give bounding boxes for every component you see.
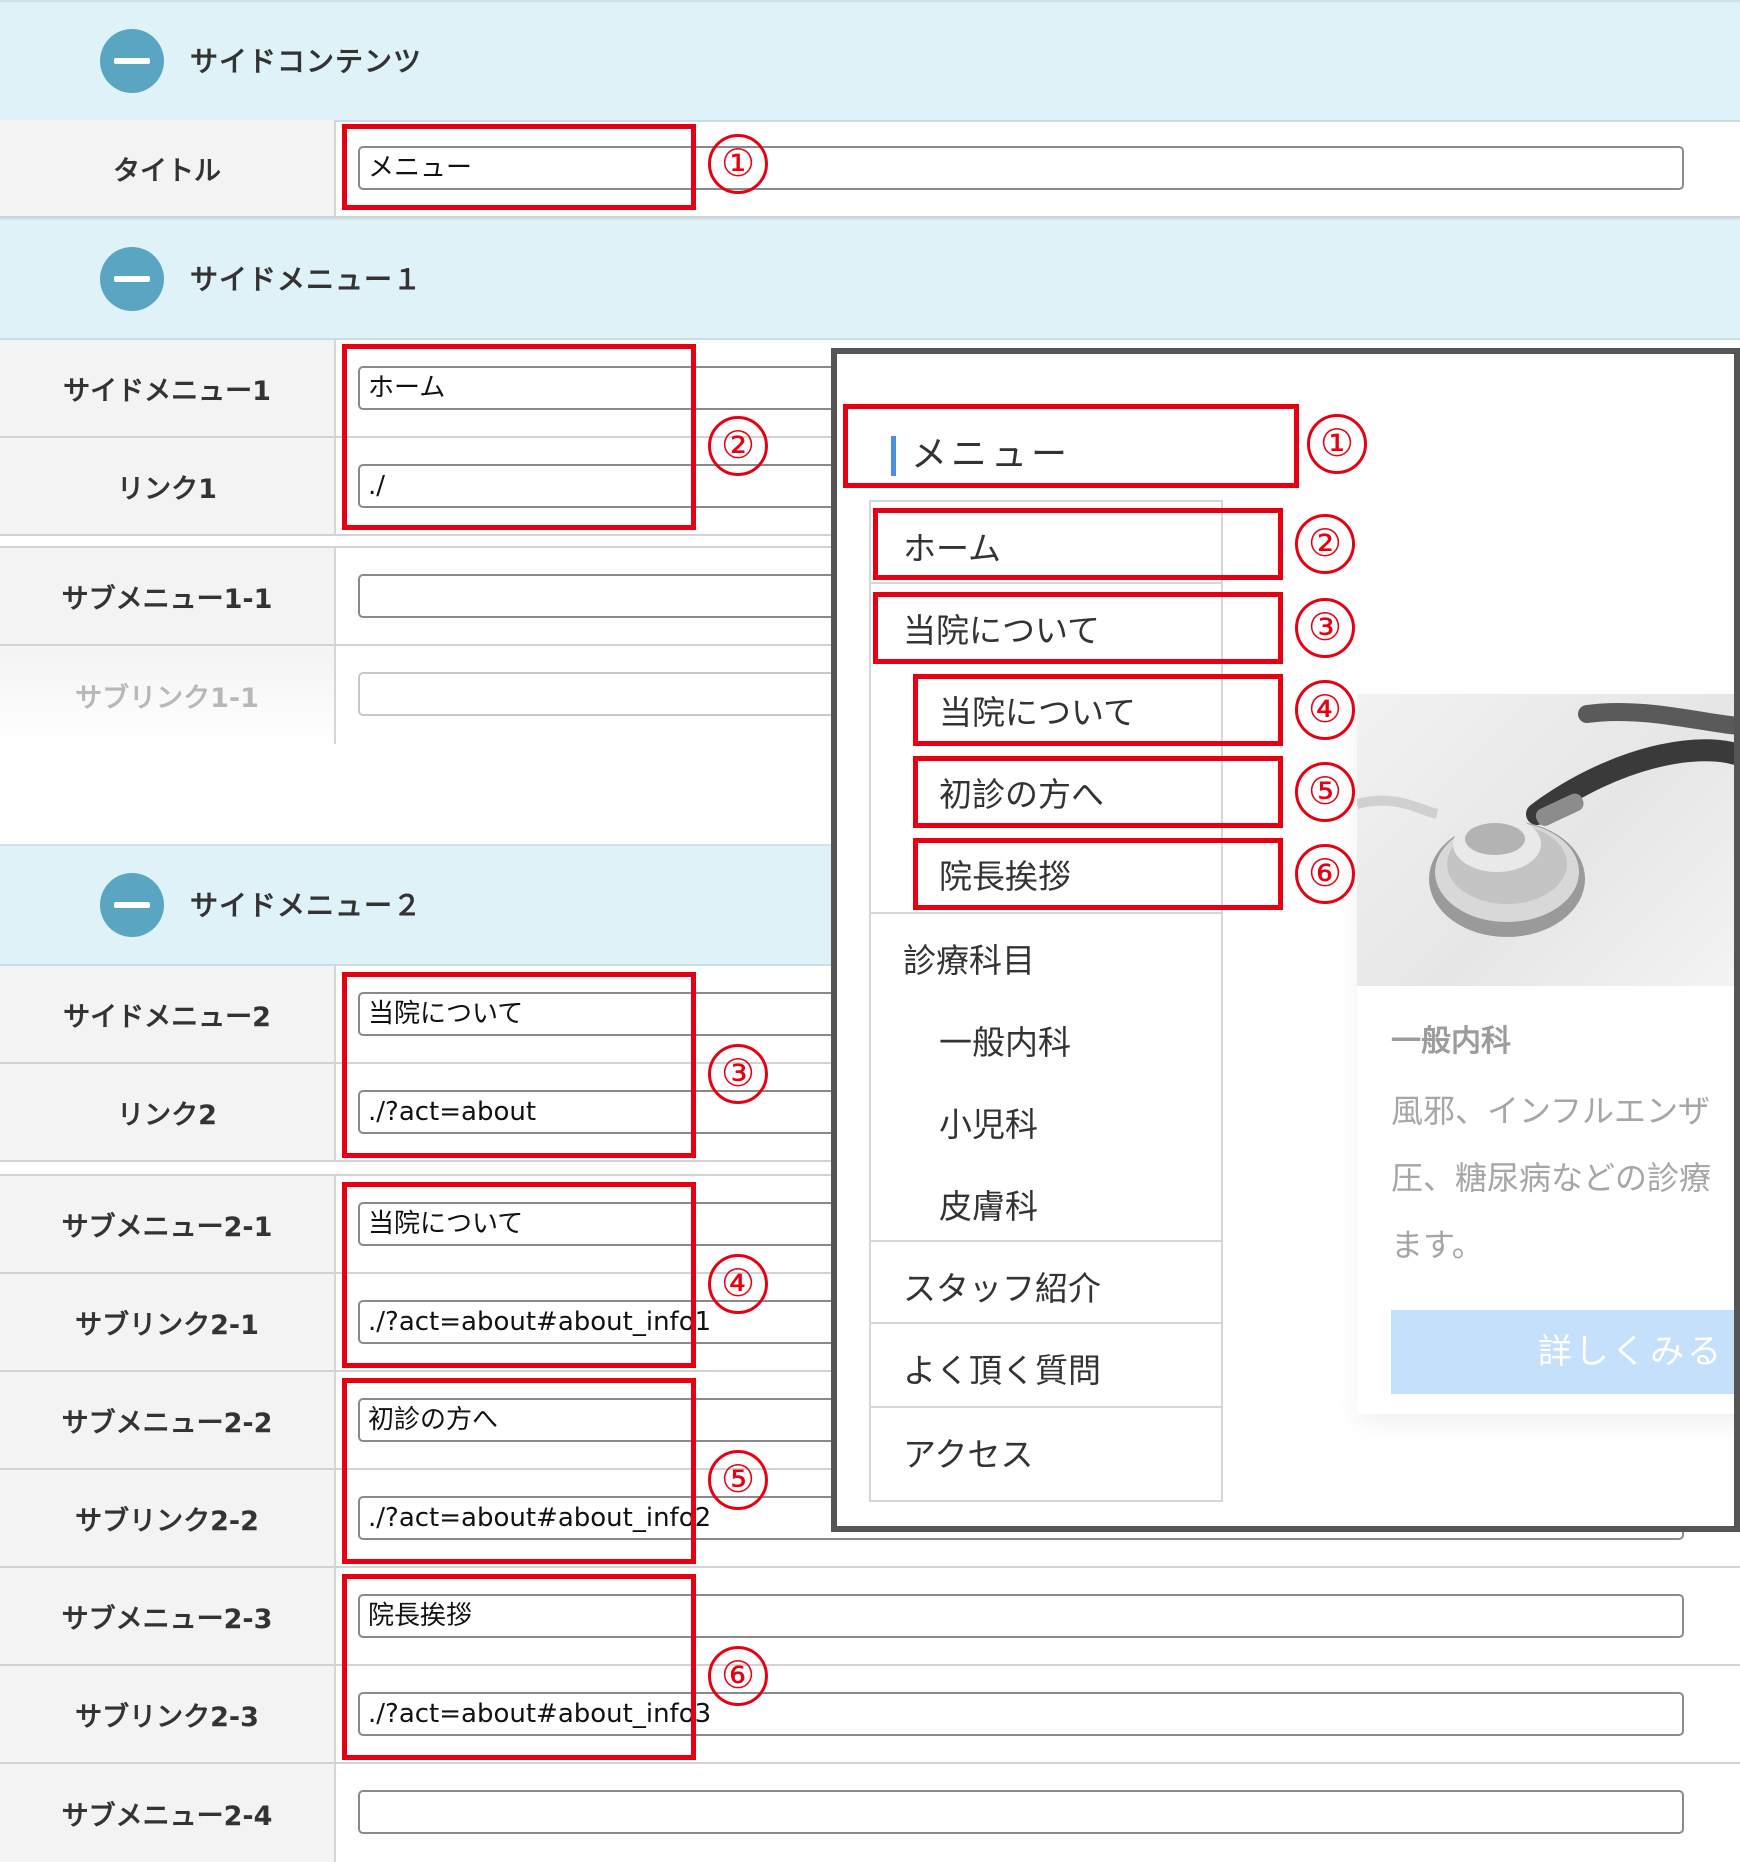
card-text-line: 風邪、インフルエンザ bbox=[1391, 1092, 1711, 1130]
section-title: サイドメニュー２ bbox=[190, 889, 423, 922]
sublink2-3-input[interactable]: ./?act=about#about_info3 bbox=[358, 1692, 1684, 1736]
section-header-side-menu-1: サイドメニュー１ bbox=[0, 218, 1740, 340]
preview-callout-number-5: ⑤ bbox=[1295, 762, 1355, 822]
submenu2-4-input[interactable] bbox=[358, 1790, 1684, 1834]
callout-number-2: ② bbox=[708, 416, 768, 476]
preview-callout-number-4: ④ bbox=[1295, 680, 1355, 740]
collapse-minus-icon[interactable] bbox=[100, 247, 164, 311]
menu-divider bbox=[871, 912, 1221, 914]
submenu-item-internal-medicine[interactable]: 一般内科 bbox=[871, 1016, 1221, 1064]
section-header-side-content: サイドコンテンツ bbox=[0, 0, 1740, 122]
menu-divider bbox=[871, 1322, 1221, 1324]
field-label: サブメニュー2-1 bbox=[0, 1176, 336, 1272]
stethoscope-image bbox=[1357, 702, 1734, 937]
submenu-item-greeting[interactable]: 院長挨拶 bbox=[871, 850, 1221, 898]
menu-divider bbox=[871, 582, 1221, 584]
stethoscope-photo bbox=[1357, 694, 1734, 986]
section-title: サイドコンテンツ bbox=[190, 45, 423, 78]
menu-item-staff[interactable]: スタッフ紹介 bbox=[871, 1262, 1221, 1310]
preview-callout-number-1: ① bbox=[1307, 414, 1367, 474]
field-label: リンク1 bbox=[0, 438, 336, 534]
callout-number-5: ⑤ bbox=[708, 1450, 768, 1510]
submenu-item-pediatrics[interactable]: 小児科 bbox=[871, 1098, 1221, 1146]
field-label: サブメニュー2-3 bbox=[0, 1568, 336, 1664]
form-row-title: タイトル メニュー bbox=[0, 120, 1740, 218]
form-row-submenu2-4: サブメニュー2-4 bbox=[0, 1764, 1740, 1862]
field-label: リンク2 bbox=[0, 1064, 336, 1160]
form-row-sublink2-3: サブリンク2-3 ./?act=about#about_info3 bbox=[0, 1666, 1740, 1764]
submenu-item-about[interactable]: 当院について bbox=[871, 686, 1221, 734]
card-text-line: 圧、糖尿病などの診療 bbox=[1391, 1159, 1712, 1197]
field-label: サイドメニュー2 bbox=[0, 966, 336, 1062]
collapse-minus-icon[interactable] bbox=[100, 29, 164, 93]
menu-divider bbox=[871, 1240, 1221, 1242]
field-label: サブリンク2-1 bbox=[0, 1274, 336, 1370]
submenu-item-first-visit[interactable]: 初診の方へ bbox=[871, 768, 1221, 816]
field-label: サブメニュー1-1 bbox=[0, 548, 336, 644]
preview-callout-number-6: ⑥ bbox=[1295, 844, 1355, 904]
menu-divider bbox=[871, 1406, 1221, 1408]
menu-item-departments[interactable]: 診療科目 bbox=[871, 934, 1221, 982]
callout-number-3: ③ bbox=[708, 1044, 768, 1104]
card-title: 一般内科 bbox=[1391, 1024, 1511, 1059]
callout-number-6: ⑥ bbox=[708, 1646, 768, 1706]
submenu-item-dermatology[interactable]: 皮膚科 bbox=[871, 1180, 1221, 1228]
field-label: サブメニュー2-4 bbox=[0, 1764, 336, 1862]
title-input[interactable]: メニュー bbox=[358, 146, 1684, 190]
service-card: 一般内科 風邪、インフルエンザ 圧、糖尿病などの診療 ます。 詳しくみる bbox=[1357, 694, 1734, 1414]
side-menu-list: ホーム 当院について 当院について 初診の方へ 院長挨拶 診療科目 一般内科 小… bbox=[869, 500, 1223, 1502]
field-label: サブメニュー2-2 bbox=[0, 1372, 336, 1468]
menu-item-about[interactable]: 当院について bbox=[871, 604, 1221, 652]
preview-callout-number-3: ③ bbox=[1295, 598, 1355, 658]
form-row-submenu2-3: サブメニュー2-3 院長挨拶 bbox=[0, 1568, 1740, 1666]
menu-item-access[interactable]: アクセス bbox=[871, 1428, 1221, 1476]
submenu2-3-input[interactable]: 院長挨拶 bbox=[358, 1594, 1684, 1638]
collapse-minus-icon[interactable] bbox=[100, 873, 164, 937]
menu-item-faq[interactable]: よく頂く質問 bbox=[871, 1344, 1221, 1392]
menu-item-home[interactable]: ホーム bbox=[871, 522, 1221, 570]
callout-number-4: ④ bbox=[708, 1254, 768, 1314]
card-text-line: ます。 bbox=[1391, 1226, 1484, 1264]
field-label: サブリンク2-3 bbox=[0, 1666, 336, 1762]
field-label: サブリンク1-1 bbox=[0, 646, 336, 744]
card-description: 風邪、インフルエンザ 圧、糖尿病などの診療 ます。 bbox=[1391, 1078, 1734, 1279]
field-label: サイドメニュー1 bbox=[0, 340, 336, 436]
section-title: サイドメニュー１ bbox=[190, 263, 423, 296]
preview-callout-number-2: ② bbox=[1295, 514, 1355, 574]
field-label: タイトル bbox=[0, 120, 336, 216]
field-label: サブリンク2-2 bbox=[0, 1470, 336, 1566]
details-button[interactable]: 詳しくみる bbox=[1391, 1310, 1734, 1394]
preview-panel: 一般内科 風邪、インフルエンザ 圧、糖尿病などの診療 ます。 詳しくみる メニュ… bbox=[831, 348, 1740, 1532]
callout-number-1: ① bbox=[708, 134, 768, 194]
menu-heading: メニュー bbox=[869, 422, 1199, 488]
